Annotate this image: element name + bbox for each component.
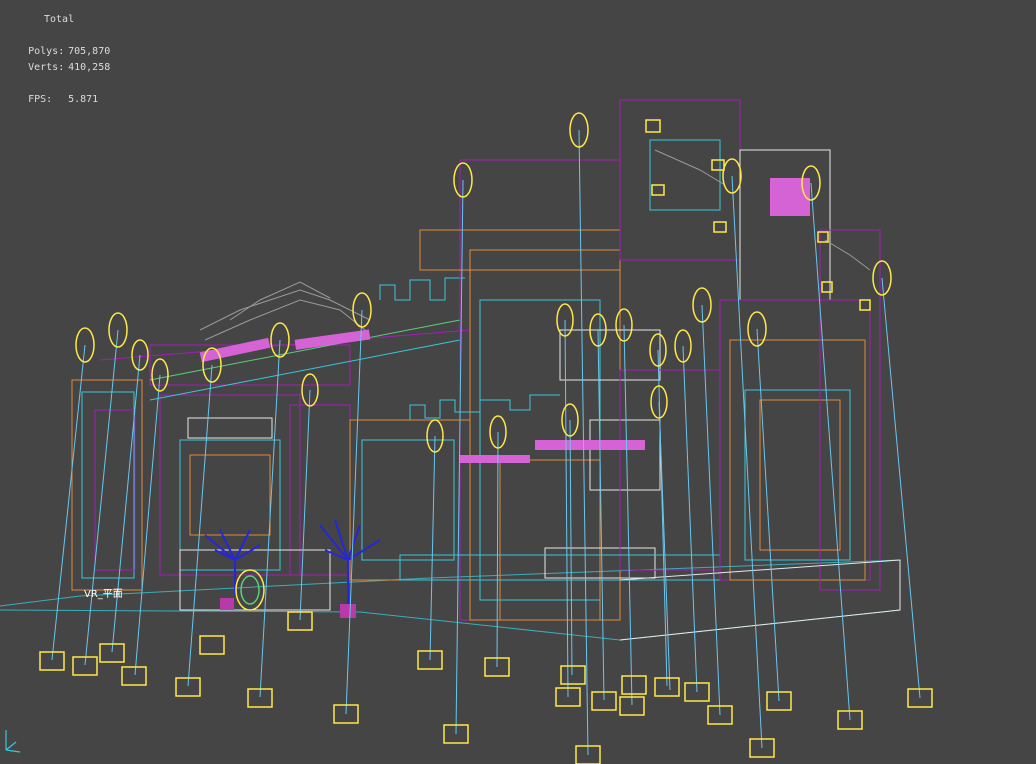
verts-value: 410,258 [68,62,111,73]
light-target-icon [651,184,665,196]
light-bulbs[interactable] [75,112,892,453]
left-roof-wireframe[interactable] [199,281,371,341]
light-target-icon [711,159,725,171]
left-building-wireframe[interactable] [71,319,471,611]
stats-fps-row: FPS: 5.871 [4,76,98,124]
perspective-viewport[interactable]: Total Polys: 705,870 Verts: 410,258 FPS: 5.… [0,0,1036,764]
light-target-icon [621,675,647,695]
fps-label: FPS: [28,94,53,105]
light-target-icon [859,299,871,311]
light-target-icon [645,119,661,133]
light-target-icon [121,666,147,686]
light-target-icon [39,651,65,671]
light-lines [51,129,921,756]
object-label[interactable]: VR_平面 [84,585,123,600]
verts-label: Verts: [28,62,65,73]
light-target-icon [560,665,586,685]
fps-value: 5.871 [68,94,99,105]
light-target-icon [713,221,727,233]
axis-gizmo-icon [5,730,21,753]
signage-text-blocks [199,178,810,463]
round-gate-inner [240,575,260,605]
ground-plane[interactable] [0,559,901,641]
light-target-icon [72,656,98,676]
palm-plant-left[interactable] [204,529,261,595]
stats-title: Total [44,14,75,25]
light-targets[interactable] [39,119,933,764]
wireframe-scene[interactable] [0,0,1036,764]
light-target-icon [199,635,225,655]
